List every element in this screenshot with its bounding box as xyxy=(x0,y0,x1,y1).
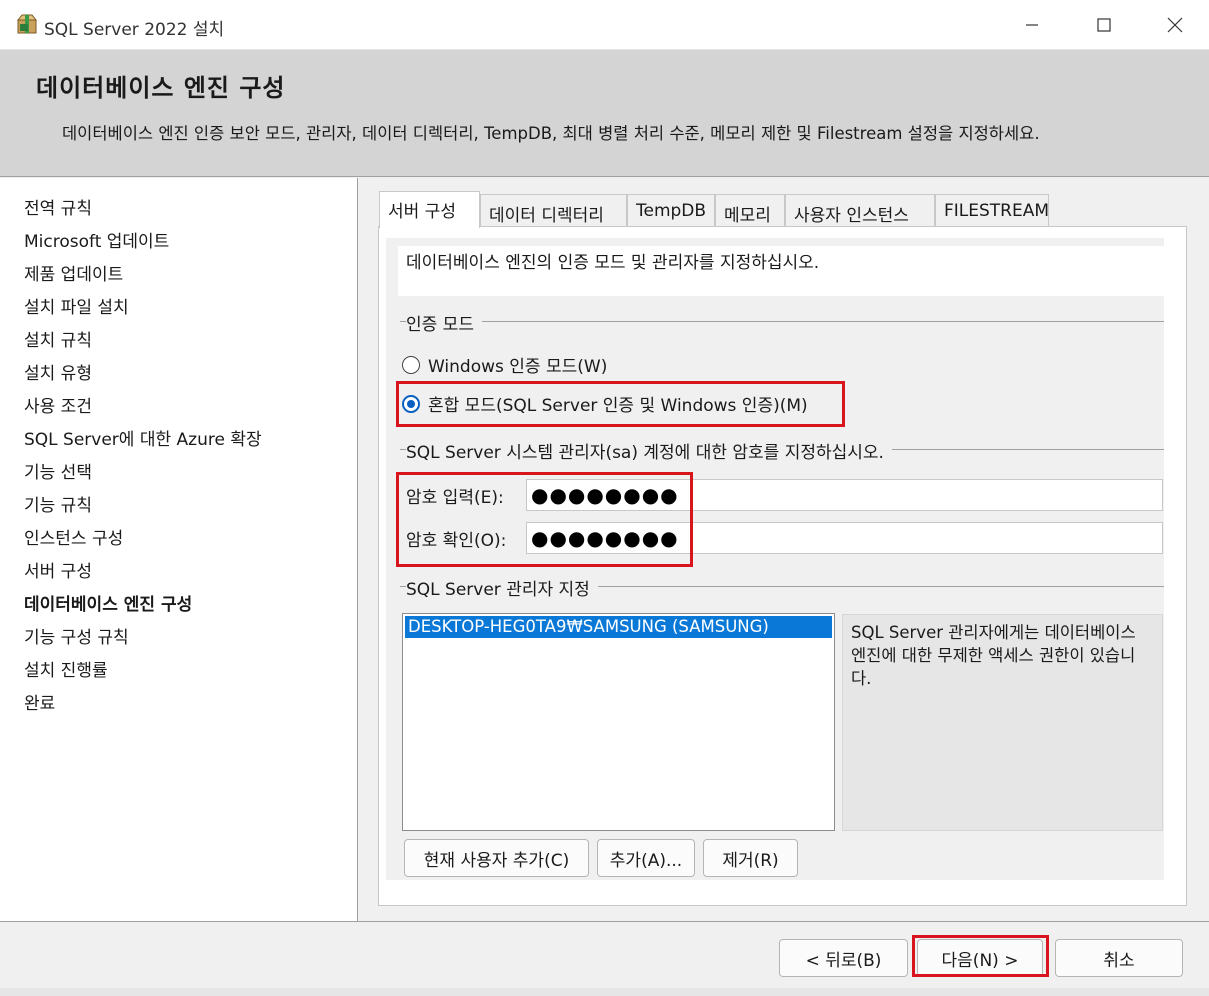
back-button[interactable]: < 뒤로(B) xyxy=(779,939,908,977)
minimize-button[interactable] xyxy=(1009,8,1055,42)
sidebar-item-instance-configuration[interactable]: 인스턴스 구성 xyxy=(24,524,123,549)
windows-auth-radio[interactable] xyxy=(402,355,420,374)
sidebar-item-product-updates[interactable]: 제품 업데이트 xyxy=(24,260,123,285)
sidebar-item-feature-selection[interactable]: 기능 선택 xyxy=(24,458,92,483)
sidebar-item-installation-progress[interactable]: 설치 진행률 xyxy=(24,656,108,681)
mixed-mode-label: 혼합 모드(SQL Server 인증 및 Windows 인증)(M) xyxy=(428,396,808,416)
close-icon xyxy=(1167,17,1183,33)
confirm-password-label: 암호 확인(O): xyxy=(406,531,507,551)
auth-windows-option[interactable]: Windows 인증 모드(W) xyxy=(402,352,607,377)
sidebar-item-feature-configuration-rules[interactable]: 기능 구성 규칙 xyxy=(24,623,129,648)
step-sidebar: 전역 규칙 Microsoft 업데이트 제품 업데이트 설치 파일 설치 설치… xyxy=(0,178,358,921)
add-current-user-button[interactable]: 현재 사용자 추가(C) xyxy=(404,839,589,877)
sidebar-item-microsoft-update[interactable]: Microsoft 업데이트 xyxy=(24,227,169,252)
sa-password-group-label: SQL Server 시스템 관리자(sa) 계정에 대한 암호를 지정하십시오… xyxy=(406,438,892,463)
sidebar-item-license-terms[interactable]: 사용 조건 xyxy=(24,392,92,417)
admin-list-item[interactable]: DESKTOP-HEG0TA9₩SAMSUNG (SAMSUNG) xyxy=(405,616,832,638)
minimize-icon xyxy=(1026,24,1038,26)
sidebar-item-server-configuration[interactable]: 서버 구성 xyxy=(24,557,92,582)
panel-description: 데이터베이스 엔진의 인증 모드 및 관리자를 지정하십시오. xyxy=(406,253,820,273)
auth-mixed-option[interactable]: 혼합 모드(SQL Server 인증 및 Windows 인증)(M) xyxy=(402,391,808,416)
password-input[interactable]: ●●●●●●●● xyxy=(526,479,1163,511)
remove-admin-button[interactable]: 제거(R) xyxy=(703,839,798,877)
admin-list[interactable]: DESKTOP-HEG0TA9₩SAMSUNG (SAMSUNG) xyxy=(402,613,835,831)
window-bottom-edge xyxy=(0,988,1209,996)
tab-data-directories[interactable]: 데이터 디렉터리 xyxy=(480,194,627,228)
sidebar-item-global-rules[interactable]: 전역 규칙 xyxy=(24,194,92,219)
tab-server-configuration[interactable]: 서버 구성 xyxy=(379,191,480,228)
tab-memory[interactable]: 메모리 xyxy=(715,194,785,228)
window-title: SQL Server 2022 설치 xyxy=(44,20,225,40)
maximize-icon xyxy=(1097,18,1111,32)
auth-mode-group-label: 인증 모드 xyxy=(406,310,482,335)
close-button[interactable] xyxy=(1152,8,1198,42)
page-header: 데이터베이스 엔진 구성 데이터베이스 엔진 인증 보안 모드, 관리자, 데이… xyxy=(0,50,1209,177)
admin-group-label: SQL Server 관리자 지정 xyxy=(406,575,598,600)
sidebar-item-installation-type[interactable]: 설치 유형 xyxy=(24,359,92,384)
add-admin-button[interactable]: 추가(A)... xyxy=(597,839,695,877)
tab-user-instances[interactable]: 사용자 인스턴스 xyxy=(785,194,935,228)
sidebar-item-install-rules[interactable]: 설치 규칙 xyxy=(24,326,92,351)
sidebar-item-azure-extension[interactable]: SQL Server에 대한 Azure 확장 xyxy=(24,425,262,450)
sidebar-item-complete[interactable]: 완료 xyxy=(24,689,55,714)
password-label: 암호 입력(E): xyxy=(406,488,504,508)
mixed-mode-radio[interactable] xyxy=(402,394,420,413)
sidebar-item-database-engine-configuration[interactable]: 데이터베이스 엔진 구성 xyxy=(24,590,192,615)
confirm-password-input[interactable]: ●●●●●●●● xyxy=(526,522,1163,554)
title-bar: SQL Server 2022 설치 xyxy=(0,0,1209,50)
maximize-button[interactable] xyxy=(1081,8,1127,42)
sidebar-item-feature-rules[interactable]: 기능 규칙 xyxy=(24,491,92,516)
next-button[interactable]: 다음(N) > xyxy=(917,939,1043,977)
tab-tempdb[interactable]: TempDB xyxy=(627,194,715,228)
windows-auth-label: Windows 인증 모드(W) xyxy=(428,357,608,377)
cancel-button[interactable]: 취소 xyxy=(1055,939,1183,977)
page-description: 데이터베이스 엔진 인증 보안 모드, 관리자, 데이터 디렉터리, TempD… xyxy=(62,124,1040,143)
auth-group-divider xyxy=(400,321,1164,322)
admin-info-text: SQL Server 관리자에게는 데이터베이스 엔진에 대한 무제한 액세스 … xyxy=(842,614,1163,831)
sidebar-item-install-setup-files[interactable]: 설치 파일 설치 xyxy=(24,293,129,318)
page-title: 데이터베이스 엔진 구성 xyxy=(36,74,286,102)
sql-setup-box-icon xyxy=(16,14,38,34)
tab-filestream[interactable]: FILESTREAM xyxy=(935,194,1049,228)
